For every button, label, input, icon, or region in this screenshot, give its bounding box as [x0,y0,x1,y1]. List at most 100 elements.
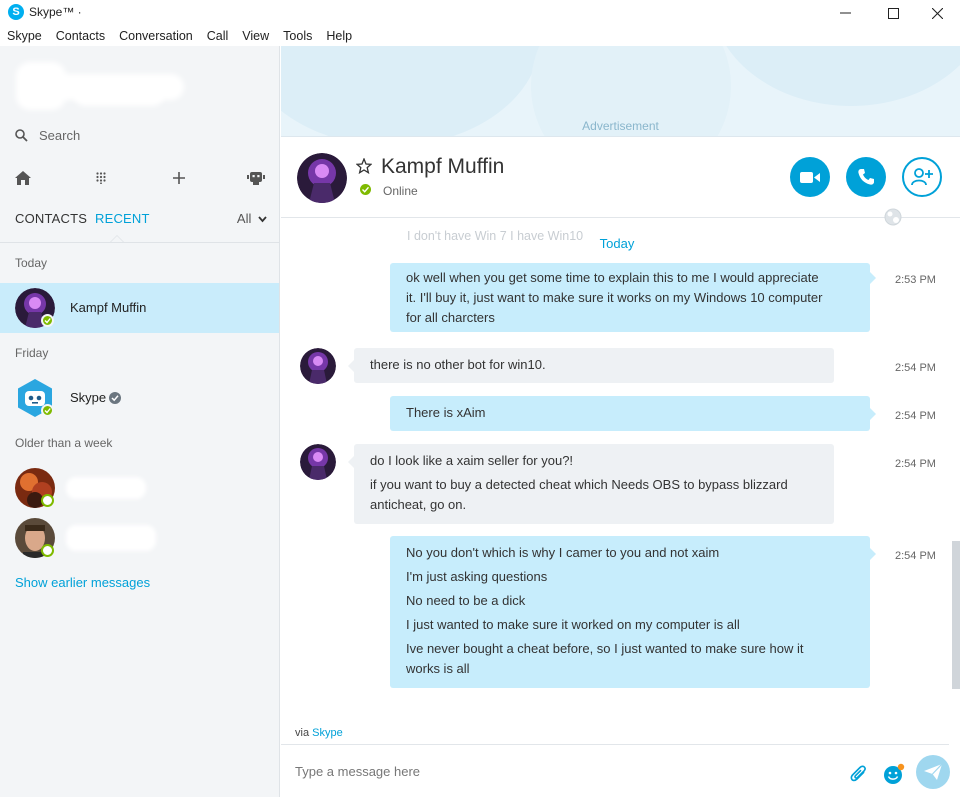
bubble-tail [870,272,876,284]
offline-status-icon [41,494,54,507]
search-box[interactable]: Search [15,128,80,143]
offline-status-icon [41,544,54,557]
message-line: for all charcters [406,310,495,325]
contact-avatar[interactable] [297,153,347,203]
message-bubble-incoming[interactable]: there is no other bot for win10. [354,348,834,383]
audio-call-button[interactable] [846,157,886,197]
smiley-icon [884,763,905,784]
send-arrow-icon [924,764,942,780]
message-bubble-incoming[interactable]: do I look like a xaim seller for you?! i… [354,444,834,524]
message-line: Ive never bought a cheat before, so I ju… [406,641,804,656]
conversation-pane: Advertisement Kampf Muffin Online I don'… [281,46,960,797]
profile-redacted [14,58,184,118]
window-title: Skype™ · [29,5,82,19]
message-timestamp: 2:54 PM [895,458,936,470]
menu-skype[interactable]: Skype [7,26,42,46]
attach-button[interactable] [848,763,870,785]
contact-name-redacted [66,473,150,503]
add-button[interactable] [169,168,189,188]
verified-badge-icon [109,392,121,404]
message-line: if you want to buy a detected cheat whic… [370,477,788,492]
dialpad-icon [96,172,106,184]
add-people-button[interactable] [902,157,942,197]
message-timestamp: 2:53 PM [895,274,936,286]
home-icon [15,171,31,185]
chevron-down-icon [258,216,267,223]
search-placeholder: Search [39,128,81,143]
message-bubble-outgoing[interactable]: No you don't which is why I camer to you… [390,536,870,688]
message-input[interactable]: Type a message here [295,764,420,779]
emoticon-button[interactable] [882,762,906,786]
online-status-icon [41,314,54,327]
sidebar-tabs: CONTACTS RECENT All [15,211,267,233]
filter-dropdown[interactable]: All [237,211,267,226]
contact-status: Online [383,184,418,198]
advertisement-label: Advertisement [582,119,659,133]
bubble-tail [870,408,876,420]
bots-button[interactable] [246,168,266,188]
show-earlier-messages-link[interactable]: Show earlier messages [15,575,150,590]
contact-name: Skype [70,390,107,405]
contact-name: Kampf Muffin [70,300,147,315]
message-line: No you don't which is why I camer to you… [406,545,720,560]
message-line: anticheat, go on. [370,497,467,512]
close-icon [931,7,943,19]
minimize-icon [839,12,851,14]
menu-help[interactable]: Help [326,26,352,46]
minimize-button[interactable] [822,0,868,26]
message-timestamp: 2:54 PM [895,550,936,562]
conversation-header: Kampf Muffin Online [281,138,960,218]
sender-avatar[interactable] [300,444,336,480]
sidebar-toolbar [0,168,280,190]
plus-icon [173,172,185,184]
favorite-star-icon[interactable] [356,158,372,174]
via-label: via Skype [295,727,343,739]
home-button[interactable] [13,168,33,188]
send-button[interactable] [916,755,950,789]
video-camera-icon [800,171,820,183]
menu-bar: Skype Contacts Conversation Call View To… [0,26,960,46]
recent-item-redacted-1[interactable] [0,463,279,513]
via-app-link[interactable]: Skype [312,727,343,739]
bubble-tail [870,548,876,560]
menu-call[interactable]: Call [207,26,229,46]
recent-item-kampf-muffin[interactable]: Kampf Muffin [0,283,279,333]
advertisement-banner[interactable]: Advertisement [281,46,960,137]
tab-divider [0,242,280,243]
message-bubble-outgoing[interactable]: There is xAim [390,396,870,431]
message-scrollbar[interactable] [952,541,960,689]
menu-view[interactable]: View [242,26,269,46]
tab-recent[interactable]: RECENT [95,211,150,226]
skype-logo-icon: S [8,4,24,20]
message-line: No need to be a dick [406,593,526,608]
section-today: Today [15,256,48,270]
message-line: I just wanted to make sure it worked on … [406,617,740,632]
tab-contacts[interactable]: CONTACTS [15,211,87,226]
phone-icon [858,169,874,185]
paperclip-icon [850,765,866,782]
filter-label: All [236,211,252,226]
maximize-button[interactable] [870,0,916,26]
online-status-icon [360,184,371,195]
sender-avatar[interactable] [300,348,336,384]
menu-conversation[interactable]: Conversation [119,26,193,46]
video-call-button[interactable] [790,157,830,197]
message-bubble-outgoing[interactable]: ok well when you get some time to explai… [390,263,870,332]
contact-name-heading: Kampf Muffin [381,155,505,178]
search-icon [15,129,28,142]
title-bar: S Skype™ · [0,0,960,26]
maximize-icon [887,7,899,19]
online-status-icon [41,404,54,417]
menu-tools[interactable]: Tools [283,26,312,46]
recent-item-redacted-2[interactable] [0,513,279,563]
menu-contacts[interactable]: Contacts [56,26,105,46]
composer-divider [281,744,949,745]
recent-item-skype[interactable]: Skype [0,373,279,423]
add-person-icon [911,168,933,186]
close-button[interactable] [914,0,960,26]
message-timestamp: 2:54 PM [895,410,936,422]
dialpad-button[interactable] [91,168,111,188]
message-line: I'm just asking questions [406,569,548,584]
date-divider: Today [599,236,635,251]
section-friday: Friday [15,346,49,360]
